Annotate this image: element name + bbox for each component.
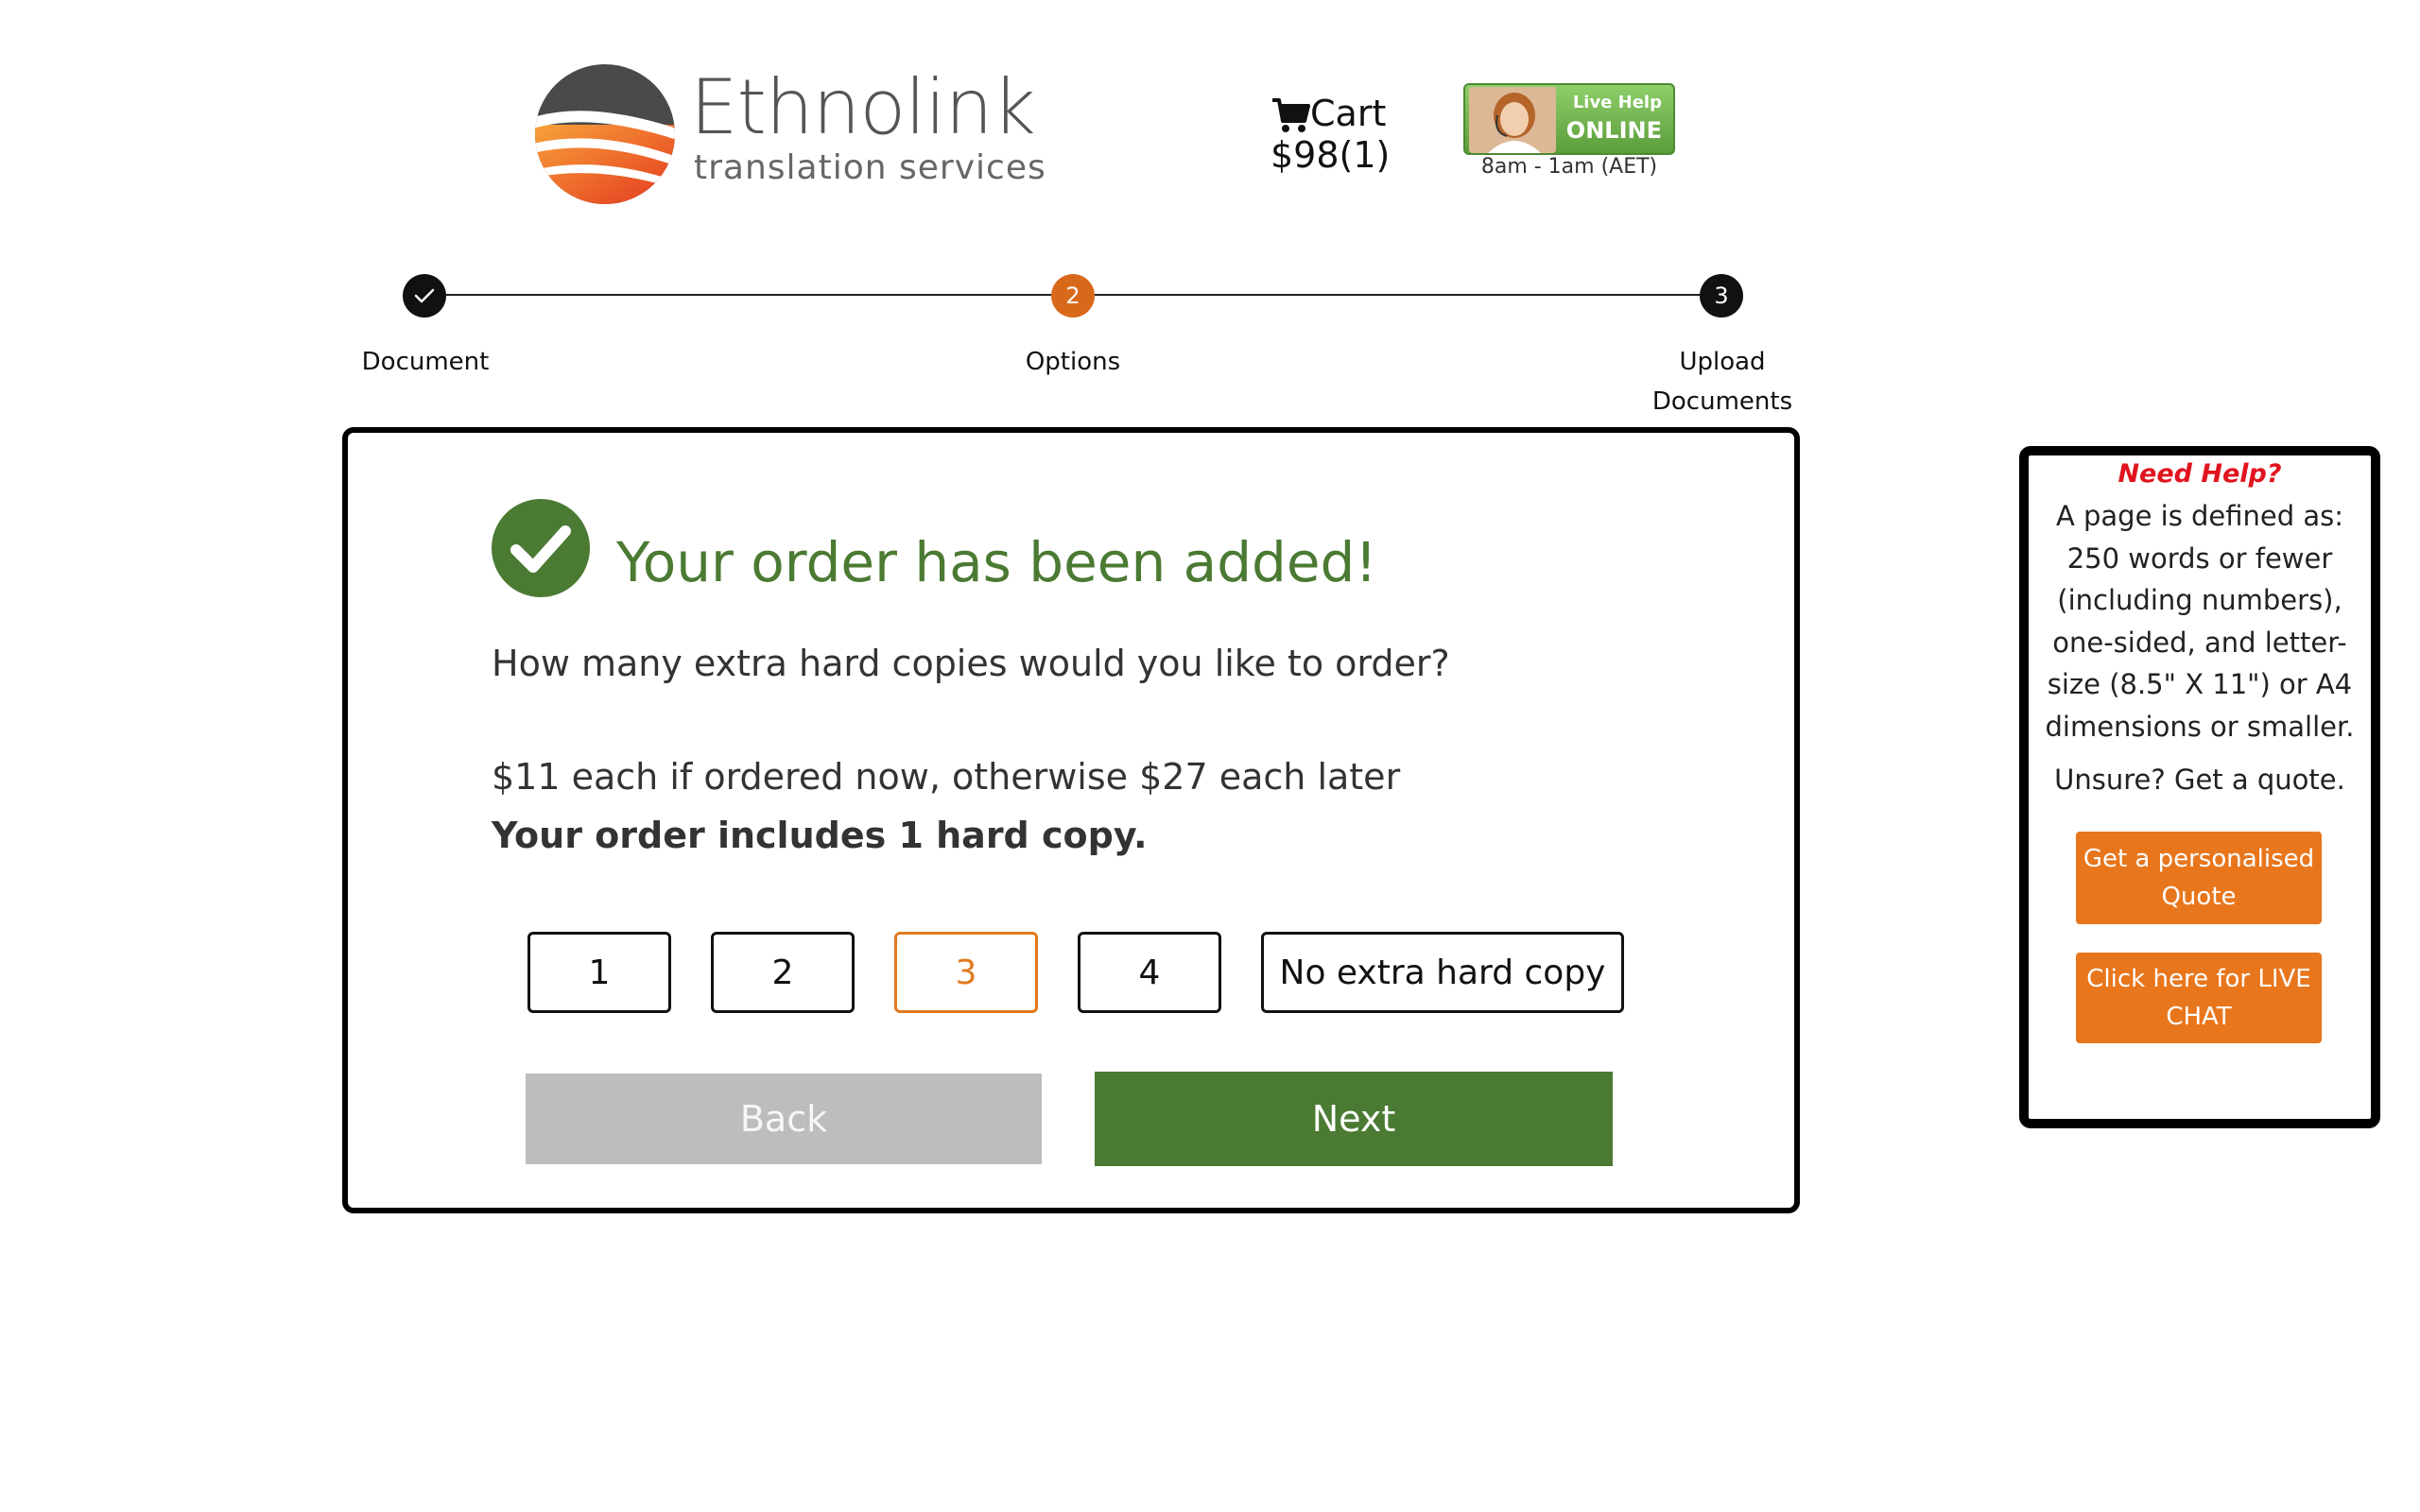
check-circle-icon	[492, 499, 590, 597]
step-options-label: Options	[1025, 348, 1121, 376]
cart-label: Cart	[1310, 93, 1387, 134]
step-upload-label-line1: Upload	[1679, 348, 1766, 376]
cart-total: $98(1)	[1270, 134, 1391, 176]
cart-link[interactable]: Cart $98(1)	[1270, 94, 1431, 180]
included-copies-note: Your order includes 1 hard copy.	[492, 815, 1148, 856]
step-options-indicator: 2	[1051, 274, 1095, 318]
live-help-label: Live Help	[1572, 93, 1662, 112]
support-hours: 8am - 1am (AET)	[1480, 155, 1658, 179]
logo-wordmark: Ethnolink	[690, 63, 1036, 151]
step-upload-label: Upload Documents	[1628, 342, 1817, 421]
quantity-option-2[interactable]: 2	[711, 932, 855, 1013]
step-document-indicator	[403, 274, 446, 318]
quantity-option-1[interactable]: 1	[527, 932, 671, 1013]
quantity-option-3[interactable]: 3	[894, 932, 1038, 1013]
step-upload-indicator: 3	[1700, 274, 1743, 318]
step-upload-label-line2: Documents	[1651, 387, 1793, 416]
next-button[interactable]: Next	[1095, 1072, 1613, 1166]
page-definition-text: A page is defined as: 250 words or fewer…	[2045, 500, 2355, 743]
ethnolink-logo[interactable]: Ethnolink translation services	[533, 62, 1046, 214]
order-added-headline: Your order has been added!	[616, 530, 1377, 594]
no-extra-hard-copy-option[interactable]: No extra hard copy	[1261, 932, 1624, 1013]
live-help-button[interactable]: Live Help ONLINE	[1463, 83, 1675, 155]
unsure-quote-text: Unsure? Get a quote.	[2054, 764, 2345, 796]
personalised-quote-button[interactable]: Get a personalised Quote	[2076, 832, 2322, 924]
ethnolink-logo-icon	[535, 64, 675, 204]
live-chat-button[interactable]: Click here for LIVE CHAT	[2076, 953, 2322, 1043]
help-title: Need Help?	[2118, 459, 2282, 489]
step-connector-1	[446, 294, 1051, 296]
step-document-label: Document	[361, 348, 490, 376]
shopping-cart-icon	[1272, 98, 1310, 132]
hard-copy-pricing: $11 each if ordered now, otherwise $27 e…	[492, 756, 1401, 798]
back-button[interactable]: Back	[526, 1074, 1042, 1164]
quantity-option-4[interactable]: 4	[1078, 932, 1221, 1013]
agent-portrait-icon	[1469, 87, 1556, 153]
live-help-status: ONLINE	[1565, 117, 1662, 144]
hard-copy-question: How many extra hard copies would you lik…	[492, 643, 1450, 684]
checkmark-icon	[414, 288, 435, 303]
step-connector-2	[1095, 294, 1700, 296]
logo-tagline: translation services	[694, 148, 1046, 187]
support-agent-avatar	[1469, 87, 1556, 153]
